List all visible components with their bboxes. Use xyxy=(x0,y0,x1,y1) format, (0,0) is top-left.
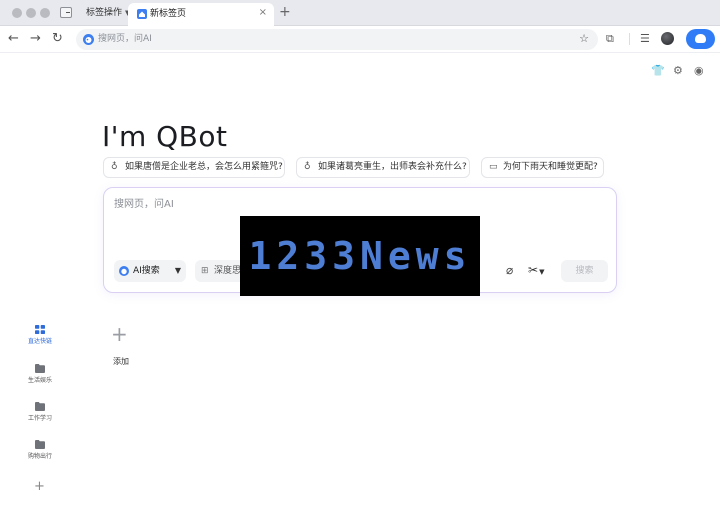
sidebar-item-label: 工作学习 xyxy=(27,415,52,422)
menu-icon[interactable]: ☰ xyxy=(640,31,650,47)
sidebar-item-label: 购物出行 xyxy=(27,453,52,460)
minimize-window-button[interactable] xyxy=(26,8,36,18)
tab-title: 新标签页 xyxy=(150,9,187,19)
back-icon[interactable]: ← xyxy=(8,31,19,47)
home-icon xyxy=(137,9,147,19)
bulb-icon: ♁ xyxy=(304,162,311,172)
suggestion-chip[interactable]: ♁ 如果诸葛亮重生，出师表会补充什么? xyxy=(296,157,470,178)
search-submit-button[interactable]: 搜索 xyxy=(561,260,608,282)
address-input[interactable]: 搜网页，问AI xyxy=(98,32,152,46)
add-shortcut-label: 添加 xyxy=(113,357,129,366)
watermark-text: 1233News xyxy=(248,234,472,278)
suggestion-label: 如果诸葛亮重生，出师表会补充什么? xyxy=(318,162,467,172)
suggestion-label: 为何下雨天和睡觉更配? xyxy=(503,162,598,172)
sidebar-add-button[interactable]: + xyxy=(34,480,45,494)
settings-icon[interactable]: ⚙ xyxy=(673,64,683,78)
sidebar-item-label: 直达快链 xyxy=(27,338,52,345)
folder-icon xyxy=(35,364,45,373)
chat-icon: ▭ xyxy=(489,162,498,172)
reload-icon[interactable]: ↻ xyxy=(52,31,63,47)
screenshot-scissors-icon[interactable]: ✂▼ xyxy=(528,262,544,280)
folder-icon xyxy=(35,402,45,411)
ai-search-label: AI搜索 xyxy=(133,266,160,276)
suggestion-chip[interactable]: ▭ 为何下雨天和睡觉更配? xyxy=(481,157,604,178)
toolbar-divider xyxy=(629,33,630,45)
tab-new-tab[interactable]: 新标签页 × xyxy=(128,3,274,26)
search-input[interactable]: 搜网页，问AI xyxy=(114,198,174,212)
bulb-icon: ♁ xyxy=(111,162,118,172)
toolbar: ← → ↻ 搜网页，问AI ☆ ⧉ ☰ xyxy=(0,26,720,53)
sidebar-item-direct-links[interactable]: 直达快链 xyxy=(22,325,58,346)
close-tab-icon[interactable]: × xyxy=(259,6,267,20)
watermark-overlay: 1233News xyxy=(240,216,480,296)
extensions-icon[interactable]: ⧉ xyxy=(606,31,614,47)
tab-group-icon[interactable] xyxy=(60,7,72,18)
avatar[interactable] xyxy=(661,32,674,45)
grid-icon xyxy=(35,325,45,334)
eye-icon[interactable]: ◉ xyxy=(694,64,704,78)
ai-search-mode-select[interactable]: AI搜索 ▼ xyxy=(114,260,186,282)
new-tab-button[interactable]: + xyxy=(279,4,291,20)
close-window-button[interactable] xyxy=(12,8,22,18)
suggestion-chip[interactable]: ♁ 如果唐僧是企业老总，会怎么用紧箍咒? xyxy=(103,157,285,178)
sidebar-item-shopping-travel[interactable]: 购物出行 xyxy=(22,440,58,461)
tab-actions-menu[interactable]: 标签操作▼ xyxy=(86,5,130,21)
folder-icon xyxy=(35,440,45,449)
bookmark-star-icon[interactable]: ☆ xyxy=(579,31,589,47)
qbot-logo-icon xyxy=(83,34,94,45)
address-bar[interactable]: 搜网页，问AI ☆ xyxy=(76,29,598,50)
sidebar-item-label: 生活娱乐 xyxy=(27,377,52,384)
suggestion-label: 如果唐僧是企业老总，会怎么用紧箍咒? xyxy=(125,162,283,172)
tab-bar: 标签操作▼ 新标签页 × + xyxy=(0,0,720,26)
qbot-extension-button[interactable] xyxy=(686,29,715,49)
sidebar-item-work-study[interactable]: 工作学习 xyxy=(22,402,58,423)
page-title: I'm QBot xyxy=(102,120,228,153)
forward-icon[interactable]: → xyxy=(30,31,41,47)
sidebar-item-entertainment[interactable]: 生活娱乐 xyxy=(22,364,58,385)
tab-actions-label: 标签操作 xyxy=(86,8,123,18)
qbot-logo-icon xyxy=(119,266,129,276)
add-shortcut-icon[interactable]: + xyxy=(111,323,128,345)
deep-thinking-icon: ⊞ xyxy=(201,266,209,276)
caret-down-icon: ▼ xyxy=(174,266,181,275)
theme-shirt-icon[interactable]: 👕 xyxy=(651,64,665,78)
attachment-icon[interactable]: ⌀ xyxy=(506,262,513,278)
maximize-window-button[interactable] xyxy=(40,8,50,18)
